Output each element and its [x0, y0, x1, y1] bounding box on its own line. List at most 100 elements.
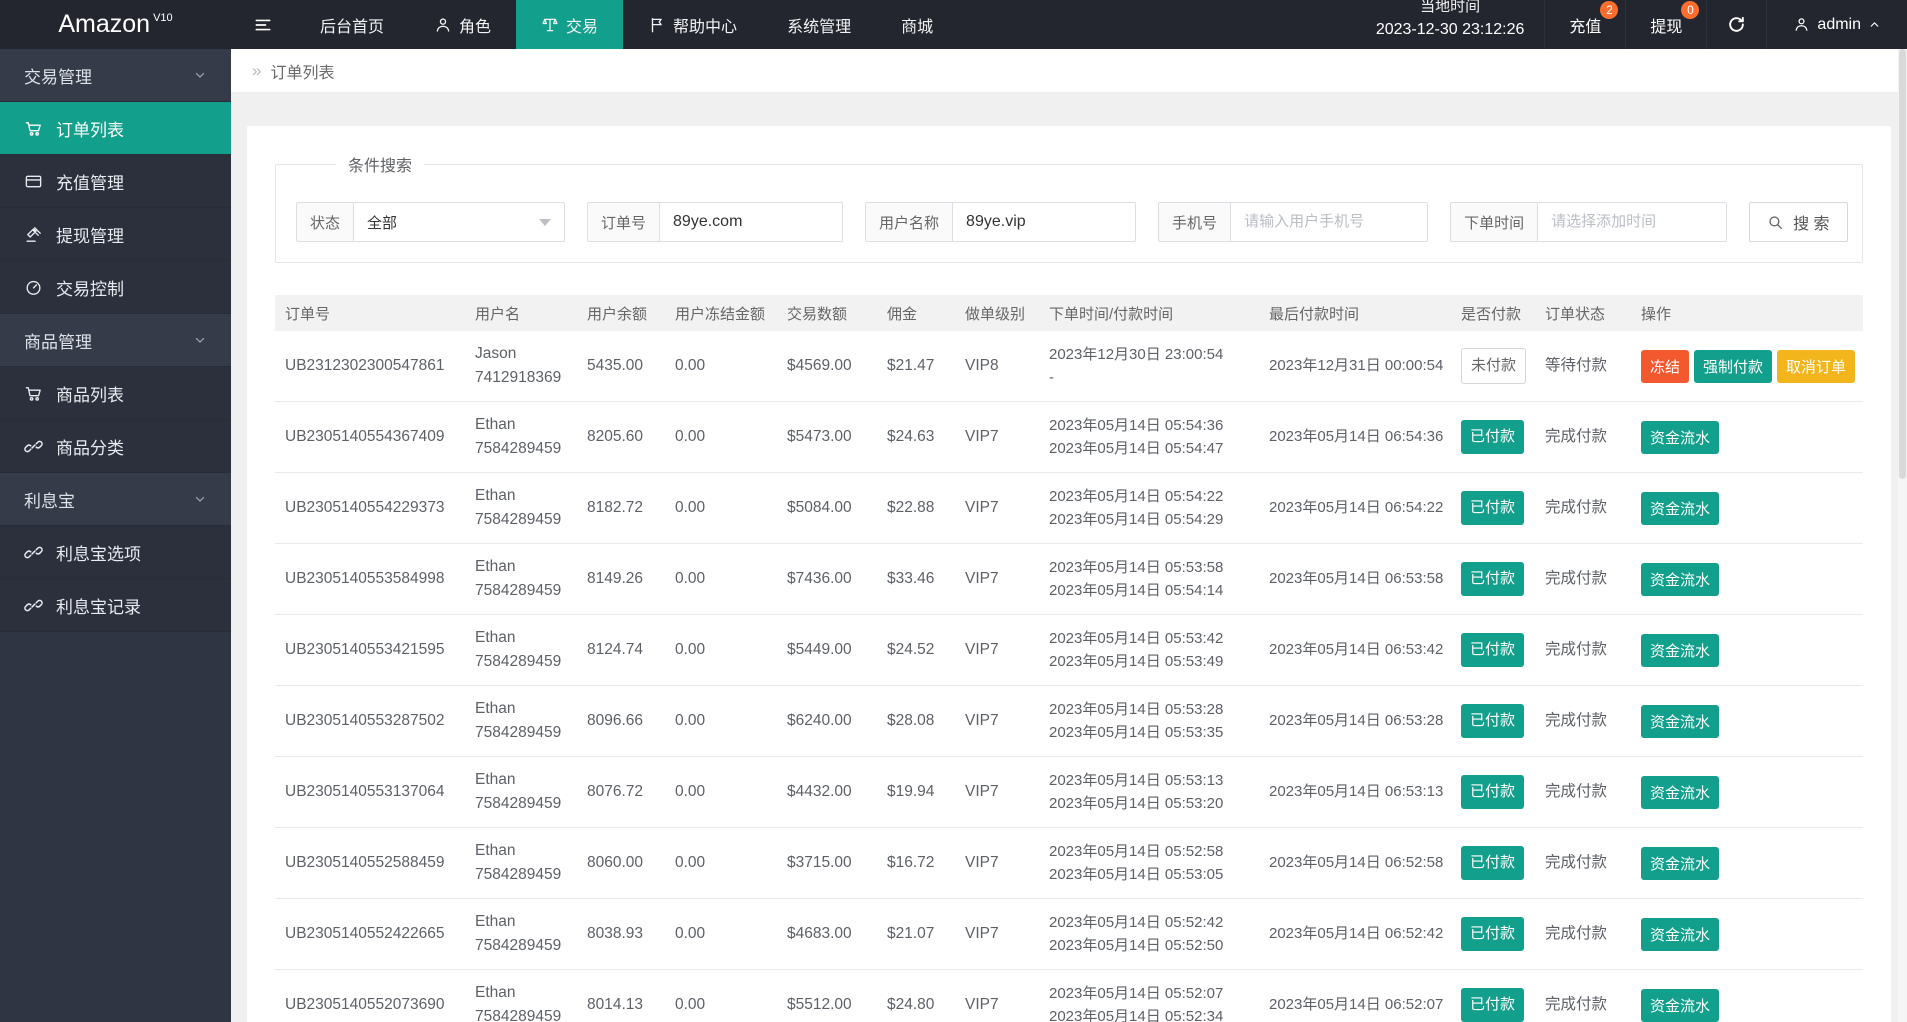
- nav-item-2[interactable]: 交易: [516, 0, 624, 49]
- pay-status-badge: 已付款: [1461, 704, 1525, 738]
- nav-item-5[interactable]: 商城: [876, 0, 958, 49]
- refresh-icon: [1727, 15, 1746, 34]
- content-card: 条件搜索 状态 全部 订单号 用户名称: [247, 126, 1891, 1022]
- column-header-1: 用户名: [475, 305, 521, 323]
- sidebar-group-5[interactable]: 商品管理: [0, 314, 231, 367]
- action-button-danger[interactable]: 冻结: [1641, 349, 1690, 383]
- sidebar-item-label: 商品列表: [56, 385, 124, 405]
- column-header-2: 用户余额: [587, 305, 648, 323]
- app-logo[interactable]: Amazon V10: [0, 0, 231, 49]
- table-row: UB2305140552422665 Ethan 7584289459 8038.93…: [275, 899, 1863, 970]
- nav-item-1[interactable]: 角色: [409, 0, 516, 49]
- nav-item-0[interactable]: 后台首页: [295, 0, 409, 49]
- nav-item-3[interactable]: 帮助中心: [623, 0, 762, 49]
- search-icon: [1767, 214, 1784, 231]
- balance-cell: 8038.93: [587, 924, 644, 942]
- sidebar-item-3[interactable]: 提现管理: [0, 208, 231, 261]
- order-no-input[interactable]: [660, 203, 843, 241]
- action-button-primary[interactable]: 资金流水: [1641, 633, 1720, 667]
- order-no-cell: UB2305140553584998: [285, 569, 445, 587]
- recharge-badge: 2: [1600, 1, 1619, 19]
- action-button-primary[interactable]: 资金流水: [1641, 775, 1720, 809]
- link-icon: [24, 596, 43, 615]
- order-no-label: 订单号: [588, 203, 661, 241]
- pay-status-cell: 已付款: [1451, 988, 1535, 1022]
- table-row: UB2305140553287502 Ethan 7584289459 8096.66…: [275, 686, 1863, 757]
- order-status-cell: 等待付款: [1545, 356, 1608, 374]
- user-account: 7584289459: [475, 582, 562, 599]
- action-button-primary[interactable]: 资金流水: [1641, 704, 1720, 738]
- level-cell: VIP8: [965, 356, 999, 374]
- action-button-primary[interactable]: 资金流水: [1641, 491, 1720, 525]
- phone-filter: 手机号: [1158, 202, 1429, 242]
- level-cell: VIP7: [965, 711, 999, 729]
- level-cell: VIP7: [965, 853, 999, 871]
- username-input[interactable]: [953, 203, 1136, 241]
- column-header-7: 下单时间/付款时间: [1049, 305, 1174, 323]
- commission-cell: $16.72: [887, 853, 935, 871]
- action-button-primary[interactable]: 资金流水: [1641, 846, 1720, 880]
- user-menu[interactable]: admin: [1766, 0, 1907, 49]
- user-cell: Ethan 7584289459: [465, 413, 577, 461]
- scrollbar-track[interactable]: [1898, 49, 1907, 1022]
- sidebar-item-9[interactable]: 利息宝选项: [0, 526, 231, 579]
- sidebar-item-label: 充值管理: [56, 173, 124, 193]
- sidebar-item-1[interactable]: 订单列表: [0, 102, 231, 155]
- pay-status-badge: 已付款: [1461, 420, 1525, 454]
- action-button-primary[interactable]: 资金流水: [1641, 562, 1720, 596]
- main-content: » 订单列表 条件搜索 状态 全部 订单号 用户名称: [231, 49, 1907, 1022]
- last-pay-time-cell: 2023年05月14日 06:54:36: [1269, 428, 1444, 446]
- user-cell: Ethan 7584289459: [465, 555, 577, 603]
- user-cell: Ethan 7584289459: [465, 768, 577, 816]
- balance-cell: 8076.72: [587, 782, 644, 800]
- nav-menu: 后台首页 角色 交易 帮助中心 系统管理 商城: [295, 0, 958, 49]
- gavel-icon: [24, 225, 43, 244]
- refresh-button[interactable]: [1706, 0, 1766, 49]
- nav-item-4[interactable]: 系统管理: [762, 0, 876, 49]
- actions-cell: 资金流水: [1631, 633, 1863, 667]
- amount-cell: $5512.00: [787, 995, 852, 1013]
- breadcrumb-separator-icon: »: [252, 60, 262, 80]
- local-time-label: 当地时间: [1420, 0, 1481, 15]
- actions-cell: 资金流水: [1631, 420, 1863, 454]
- action-button-primary[interactable]: 强制付款: [1694, 349, 1773, 383]
- action-button-primary[interactable]: 资金流水: [1641, 420, 1720, 454]
- menu-toggle-button[interactable]: [231, 0, 295, 49]
- action-button-primary[interactable]: 资金流水: [1641, 988, 1720, 1022]
- action-button-warning[interactable]: 取消订单: [1777, 349, 1856, 383]
- user-cell: Ethan 7584289459: [465, 484, 577, 532]
- commission-cell: $21.07: [887, 924, 935, 942]
- actions-cell: 资金流水: [1631, 846, 1863, 880]
- user-name: Ethan: [475, 770, 516, 788]
- pay-status-cell: 未付款: [1451, 348, 1535, 384]
- recharge-link[interactable]: 充值 2: [1544, 0, 1625, 49]
- search-button[interactable]: 搜 索: [1749, 202, 1848, 242]
- withdraw-link[interactable]: 提现 0: [1625, 0, 1706, 49]
- action-button-primary[interactable]: 资金流水: [1641, 917, 1720, 951]
- sidebar-item-2[interactable]: 充值管理: [0, 155, 231, 208]
- pay-status-cell: 已付款: [1451, 846, 1535, 880]
- scrollbar-thumb[interactable]: [1899, 49, 1906, 479]
- sidebar-group-8[interactable]: 利息宝: [0, 473, 231, 526]
- nav-item-label: 帮助中心: [673, 18, 738, 36]
- frozen-cell: 0.00: [675, 782, 706, 800]
- sidebar-item-10[interactable]: 利息宝记录: [0, 579, 231, 632]
- chevron-down-icon: [539, 218, 552, 226]
- order-no-cell: UB2312302300547861: [285, 356, 445, 374]
- status-select[interactable]: 全部: [354, 203, 564, 241]
- search-button-label: 搜 索: [1793, 216, 1830, 233]
- sidebar-item-4[interactable]: 交易控制: [0, 261, 231, 314]
- commission-cell: $21.47: [887, 356, 935, 374]
- sidebar-item-6[interactable]: 商品列表: [0, 367, 231, 420]
- phone-input[interactable]: [1231, 203, 1428, 241]
- sidebar-group-0[interactable]: 交易管理: [0, 49, 231, 102]
- order-pay-time-cell: 2023年05月14日 05:52:58 2023年05月14日 05:53:05: [1049, 842, 1224, 883]
- sidebar-item-7[interactable]: 商品分类: [0, 420, 231, 473]
- user-account: 7584289459: [475, 653, 562, 670]
- column-header-8: 最后付款时间: [1269, 305, 1360, 323]
- commission-cell: $19.94: [887, 782, 935, 800]
- amount-cell: $7436.00: [787, 569, 852, 587]
- order-time-input[interactable]: [1538, 203, 1727, 241]
- frozen-cell: 0.00: [675, 498, 706, 516]
- column-header-11: 操作: [1641, 305, 1672, 323]
